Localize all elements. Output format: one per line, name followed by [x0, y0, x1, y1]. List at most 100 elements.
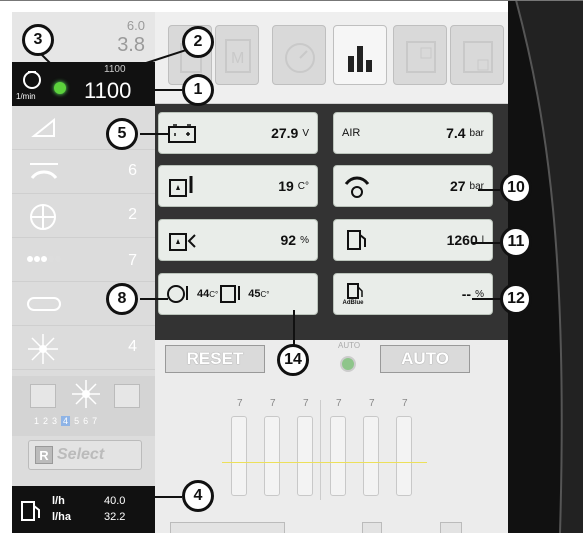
slider-4[interactable] — [330, 416, 346, 496]
setpoint-rpm: 1100 — [104, 64, 126, 75]
row-dots-icon — [27, 256, 61, 262]
air-label: AIR — [342, 126, 361, 139]
oil-temperature-value: 19 — [278, 178, 294, 194]
select-button[interactable]: R Select — [28, 440, 142, 470]
sidebar-item-reel[interactable]: 2 — [12, 194, 155, 238]
callout-3: 3 — [22, 24, 54, 56]
tile-page-2[interactable] — [450, 25, 504, 85]
slider-value-3: 7 — [303, 398, 309, 409]
mower-conditioner-icon — [31, 117, 55, 137]
small-top-value: 6.0 — [126, 18, 145, 33]
slider-1[interactable] — [231, 416, 247, 496]
scale-step: 6 — [83, 416, 89, 426]
oil-level-panel[interactable]: 92 % — [158, 219, 318, 261]
bottom-button-1[interactable] — [170, 522, 285, 533]
scale-step: 1 — [34, 416, 40, 426]
callout-5: 5 — [106, 118, 138, 150]
bezel-curve — [515, 0, 583, 533]
bar-chart-icon — [348, 46, 372, 72]
speed-scale: 1 2 3 4 5 6 7 — [34, 416, 97, 426]
slider-value-1: 7 — [237, 398, 243, 409]
adblue-pump-icon — [347, 283, 363, 299]
page-two-icon — [463, 41, 493, 73]
slider-divider — [320, 400, 321, 500]
adblue-panel[interactable]: AdBlue -- % — [333, 273, 493, 315]
sidebar-rows: 6 2 7 5 4 — [12, 106, 155, 376]
scale-step: 5 — [74, 416, 80, 426]
reset-button[interactable]: RESET — [165, 345, 265, 373]
voltage-panel[interactable]: 27.9 V — [158, 112, 318, 154]
slider-5[interactable] — [363, 416, 379, 496]
fuel-consumption-panel: l/h 40.0 l/ha 32.2 — [12, 486, 155, 533]
callout-line-14 — [293, 310, 295, 346]
callout-line-4 — [150, 496, 182, 498]
rpm-value: 1100 — [84, 78, 132, 103]
transmission-temp-icon — [220, 285, 241, 303]
hydraulic-pressure-icon — [344, 176, 370, 198]
air-pressure-panel[interactable]: AIR 7.4 bar — [333, 112, 493, 154]
callout-line-11 — [472, 242, 500, 244]
adblue-icon: AdBlue — [342, 282, 364, 306]
pressure-panel[interactable]: 27 bar — [333, 165, 493, 207]
increase-button[interactable] — [114, 384, 140, 408]
bottom-button-2[interactable] — [362, 522, 382, 533]
temp-b-value: 45 — [248, 288, 261, 300]
slider-value-5: 7 — [369, 398, 375, 409]
oil-temperature-icon — [169, 176, 193, 197]
fuel-lh-unit: l/h — [52, 495, 65, 507]
adblue-value: -- — [461, 286, 472, 302]
fuel-pump-icon — [21, 501, 40, 521]
callout-10: 10 — [500, 172, 532, 204]
engine-rpm-panel: 1100 1/min 1100 — [12, 62, 155, 106]
fuel-level-value: 1260 — [446, 232, 478, 248]
sidebar-value-reel: 2 — [128, 206, 137, 223]
temperatures-panel[interactable]: 44 C° 45 C° — [158, 273, 318, 315]
oil-temperature-panel[interactable]: 19 C° — [158, 165, 318, 207]
coolant-temp-icon — [167, 285, 188, 303]
callout-1: 1 — [182, 74, 214, 106]
slider-value-6: 7 — [402, 398, 408, 409]
air-value: 7.4 — [446, 125, 466, 141]
tile-menu[interactable]: M — [215, 25, 259, 85]
fuel-level-panel[interactable]: 1260 l — [333, 219, 493, 261]
sidebar-value-rows: 7 — [128, 252, 137, 269]
slider-6[interactable] — [396, 416, 412, 496]
fuel-lha-unit: l/ha — [52, 511, 71, 523]
scale-step-selected[interactable]: 4 — [61, 416, 71, 426]
callout-line-12 — [472, 298, 500, 300]
auto-button[interactable]: AUTO — [380, 345, 470, 373]
conveyor-icon — [27, 297, 61, 311]
sidebar-item-width[interactable]: 6 — [12, 150, 155, 194]
callout-line-10 — [478, 189, 500, 191]
select-label: Select — [57, 446, 105, 463]
swath-width-icon — [30, 163, 58, 180]
page-one-icon — [406, 41, 436, 73]
fuel-lh-value: 40.0 — [104, 495, 126, 507]
sidebar-value-width: 6 — [128, 162, 137, 179]
decrease-button[interactable] — [30, 384, 56, 408]
voltage-unit: V — [302, 127, 309, 139]
battery-icon — [168, 124, 196, 143]
sidebar-item-rows[interactable]: 7 — [12, 238, 155, 282]
large-top-value: 3.8 — [117, 34, 145, 56]
scale-step: 3 — [52, 416, 58, 426]
callout-line-1 — [140, 89, 182, 91]
sidebar-item-fan[interactable]: 4 — [12, 326, 155, 370]
fuel-pump-icon — [347, 230, 366, 250]
temp-a-unit: C° — [209, 289, 219, 299]
display-bezel — [508, 0, 583, 533]
scale-step: 2 — [43, 416, 49, 426]
slider-3[interactable] — [297, 416, 313, 496]
fan-icon — [28, 334, 58, 364]
rpm-unit: 1/min — [16, 92, 36, 101]
bottom-button-3[interactable] — [440, 522, 462, 533]
tile-page-1[interactable] — [393, 25, 447, 85]
status-led-icon — [54, 82, 66, 94]
callout-2: 2 — [182, 26, 214, 58]
auto-status-led-icon — [340, 356, 356, 372]
menu-icon: M — [225, 39, 251, 73]
tile-statistics[interactable] — [333, 25, 387, 85]
tile-timer[interactable] — [272, 25, 326, 85]
callout-4: 4 — [182, 480, 214, 512]
slider-2[interactable] — [264, 416, 280, 496]
